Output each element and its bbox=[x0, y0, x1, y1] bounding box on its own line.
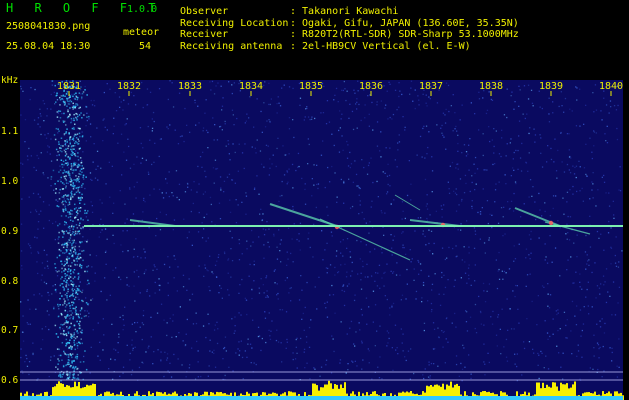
observer-value: : Takanori Kawachi bbox=[290, 6, 399, 17]
time-tick-label: 1835 bbox=[299, 81, 323, 92]
spectrogram-background bbox=[20, 80, 623, 400]
time-tick-label: 1836 bbox=[359, 81, 383, 92]
frequency-tick-label: 0.7 bbox=[1, 325, 18, 336]
time-tick-label: 1833 bbox=[178, 81, 202, 92]
time-tick-label: 1834 bbox=[239, 81, 263, 92]
antenna-key: Receiving antenna bbox=[180, 40, 283, 52]
time-tick-label: 1832 bbox=[117, 81, 141, 92]
app-version: 1.0.0 bbox=[127, 4, 158, 15]
location-value: : Ogaki, Gifu, JAPAN (136.60E, 35.35N) bbox=[290, 17, 519, 29]
detector-label: meteor bbox=[123, 27, 160, 38]
file-name: 2508041830.png bbox=[6, 21, 91, 32]
time-tick-label: 1839 bbox=[539, 81, 563, 92]
spectrogram: 1831 1832 1833 1834 1835 1836 1837 1838 … bbox=[0, 76, 629, 400]
time-tick-label: 1840 bbox=[599, 81, 623, 92]
antenna-value: : 2el-HB9CV Vertical (el. E-W) bbox=[290, 40, 471, 52]
observer-key: Observer bbox=[180, 6, 229, 17]
time-tick-label: 1838 bbox=[479, 81, 503, 92]
frequency-tick-label: 0.8 bbox=[1, 276, 18, 287]
meteor-count: 54 bbox=[139, 41, 152, 52]
location-key: Receiving Location bbox=[180, 17, 289, 29]
frequency-tick-label: 1.0 bbox=[1, 176, 18, 187]
frequency-tick-label: 0.6 bbox=[1, 375, 18, 386]
time-tick-label: 1831 bbox=[57, 81, 81, 92]
receiver-value: : R820T2(RTL-SDR) SDR-Sharp 53.1000MHz bbox=[290, 29, 519, 41]
frequency-unit: kHz bbox=[1, 76, 18, 86]
frequency-tick-label: 0.9 bbox=[1, 226, 18, 237]
header-panel: H R O F F T 1.0.0 2508041830.png meteor … bbox=[0, 0, 629, 76]
time-tick-label: 1837 bbox=[419, 81, 443, 92]
file-datetime: 25.08.04 18:30 bbox=[6, 41, 91, 52]
frequency-tick-label: 1.1 bbox=[1, 126, 18, 137]
receiver-key: Receiver bbox=[180, 29, 229, 41]
